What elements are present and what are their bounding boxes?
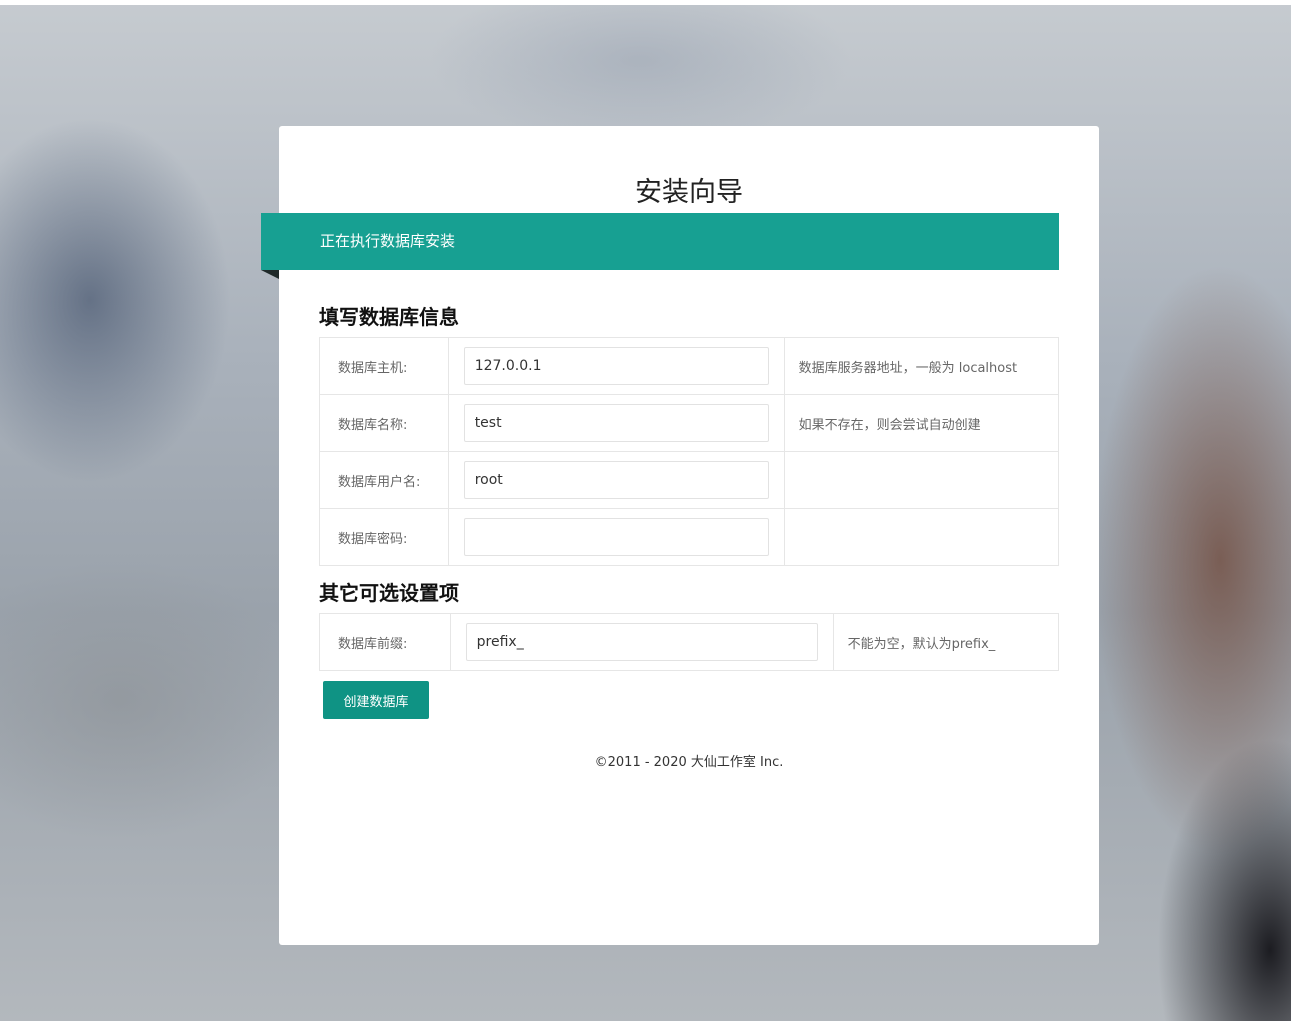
db-section-heading: 填写数据库信息	[319, 305, 459, 329]
db-user-input[interactable]	[463, 461, 769, 499]
db-password-input[interactable]	[463, 518, 769, 556]
db-prefix-tip: 不能为空，默认为prefix_	[832, 613, 1060, 671]
db-prefix-label: 数据库前缀:	[319, 613, 451, 671]
db-host-label: 数据库主机:	[319, 337, 449, 395]
db-host-tip: 数据库服务器地址，一般为 localhost	[783, 337, 1060, 395]
db-host-input[interactable]	[463, 347, 769, 385]
db-name-input[interactable]	[463, 404, 769, 442]
db-user-tip	[783, 451, 1060, 509]
db-password-label: 数据库密码:	[319, 508, 449, 566]
step-banner: 正在执行数据库安装	[261, 213, 1059, 270]
create-database-button[interactable]: 创建数据库	[323, 681, 429, 719]
page-title: 安装向导	[635, 177, 743, 208]
optional-settings-table: 数据库前缀: 不能为空，默认为prefix_	[319, 613, 1060, 671]
table-row: 数据库主机: 数据库服务器地址，一般为 localhost	[319, 337, 1060, 395]
db-user-label: 数据库用户名:	[319, 451, 449, 509]
top-edge	[0, 0, 1291, 5]
db-prefix-input[interactable]	[465, 623, 818, 661]
table-row: 数据库密码:	[319, 508, 1060, 566]
table-row: 数据库用户名:	[319, 451, 1060, 509]
db-password-tip	[783, 508, 1060, 566]
db-info-table: 数据库主机: 数据库服务器地址，一般为 localhost 数据库名称: 如果不…	[319, 337, 1060, 566]
optional-section-heading: 其它可选设置项	[319, 581, 459, 605]
db-name-tip: 如果不存在，则会尝试自动创建	[783, 394, 1060, 452]
table-row: 数据库前缀: 不能为空，默认为prefix_	[319, 613, 1060, 671]
table-row: 数据库名称: 如果不存在，则会尝试自动创建	[319, 394, 1060, 452]
banner-fold	[261, 270, 279, 279]
footer-copyright: ©2011 - 2020 大仙工作室 Inc.	[594, 755, 784, 770]
db-name-label: 数据库名称:	[319, 394, 449, 452]
